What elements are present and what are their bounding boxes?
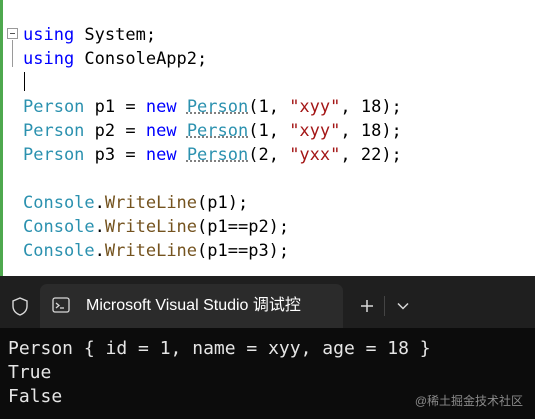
code-token: (1,: [248, 97, 290, 117]
change-tracking-bar: [0, 0, 3, 276]
code-token: (p1);: [197, 193, 249, 213]
code-token: Person: [23, 97, 85, 117]
code-token: Person: [23, 121, 85, 141]
code-token: new: [145, 145, 177, 165]
code-token: .: [94, 217, 105, 237]
code-token: (p1==p3);: [197, 241, 290, 261]
code-line[interactable]: using ConsoleApp2;: [23, 47, 207, 71]
code-token: (2,: [248, 145, 290, 165]
code-line[interactable]: Console.WriteLine(p1);: [23, 191, 248, 215]
code-token: Console: [23, 241, 95, 261]
code-line[interactable]: using System;: [23, 23, 156, 47]
code-token: , 18);: [340, 97, 402, 117]
code-token: Console: [23, 193, 95, 213]
code-token: , 18);: [340, 121, 402, 141]
terminal-tab-bar: Microsoft Visual Studio 调试控: [0, 276, 535, 328]
code-token: .: [94, 193, 105, 213]
code-line[interactable]: Console.WriteLine(p1==p3);: [23, 239, 289, 263]
code-token: Person: [23, 145, 85, 165]
code-token: Person: [186, 145, 249, 165]
code-token: (1,: [248, 121, 290, 141]
code-token: p3 =: [84, 145, 146, 165]
code-token: WriteLine: [104, 241, 198, 261]
code-token: ConsoleApp2;: [74, 49, 208, 69]
tab-separator: [384, 296, 385, 316]
terminal-window: Microsoft Visual Studio 调试控 Person { id …: [0, 276, 535, 419]
code-token: Person: [186, 97, 249, 117]
code-token: "yxx": [289, 145, 341, 165]
outline-guide: [12, 40, 13, 67]
code-token: new: [145, 97, 177, 117]
code-token: new: [145, 121, 177, 141]
code-token: System;: [74, 25, 157, 45]
watermark: @稀土掘金技术社区: [414, 394, 523, 408]
code-token: .: [94, 241, 105, 261]
terminal-tab[interactable]: Microsoft Visual Studio 调试控: [40, 284, 343, 328]
code-token: using: [23, 49, 75, 69]
code-token: p1 =: [84, 97, 146, 117]
code-token: , 22);: [340, 145, 402, 165]
code-token: "xyy": [289, 121, 341, 141]
code-line[interactable]: Console.WriteLine(p1==p2);: [23, 215, 289, 239]
chevron-down-icon[interactable]: [388, 284, 418, 328]
code-token: WriteLine: [104, 193, 198, 213]
code-token: Console: [23, 217, 95, 237]
code-token: Person: [186, 121, 249, 141]
terminal-output-line: Person { id = 1, name = xyy, age = 18 }: [8, 338, 431, 359]
collapse-toggle-icon[interactable]: [7, 28, 18, 39]
terminal-output-line: False: [8, 386, 63, 407]
code-line[interactable]: Person p1 = new Person(1, "xyy", 18);: [23, 95, 402, 119]
tab-title: Microsoft Visual Studio 调试控: [86, 297, 301, 314]
code-token: using: [23, 25, 75, 45]
code-token: p2 =: [84, 121, 146, 141]
code-token: WriteLine: [104, 217, 198, 237]
code-line[interactable]: Person p2 = new Person(1, "xyy", 18);: [23, 119, 402, 143]
code-line[interactable]: Person p3 = new Person(2, "yxx", 22);: [23, 143, 402, 167]
console-window-icon: [52, 297, 70, 313]
plus-icon[interactable]: [352, 284, 382, 328]
terminal-output-line: True: [8, 362, 52, 383]
code-token: (p1==p2);: [197, 217, 290, 237]
code-editor[interactable]: using System; using ConsoleApp2; Person …: [0, 0, 535, 276]
shield-icon[interactable]: [0, 284, 40, 328]
code-token: "xyy": [289, 97, 341, 117]
text-caret: [24, 72, 25, 91]
